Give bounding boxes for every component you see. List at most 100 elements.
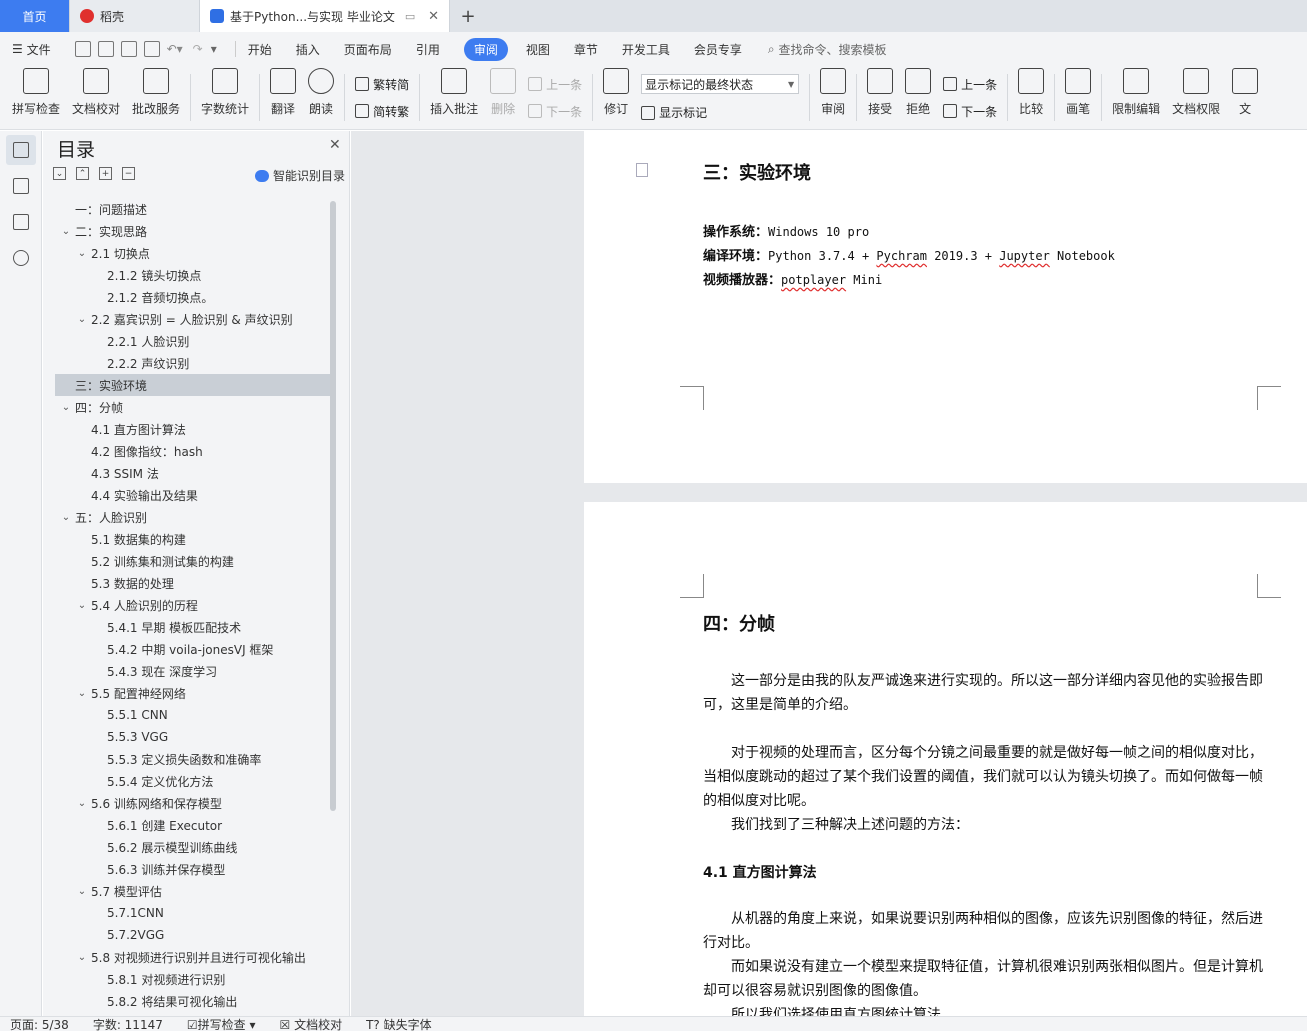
toc-scrollbar[interactable] — [330, 201, 336, 811]
prev-revision-button[interactable]: 上一条 — [943, 76, 997, 93]
status-spell-check[interactable]: ☑拼写检查 ▾ — [187, 1016, 256, 1033]
toc-item[interactable]: 5.6.1 创建 Executor — [55, 814, 330, 836]
more-ribbon-button[interactable]: 文 — [1226, 66, 1264, 129]
toc-item[interactable]: 2.2.2 声纹识别 — [55, 352, 330, 374]
toc-item[interactable]: 4.2 图像指纹：hash — [55, 440, 330, 462]
print-icon[interactable] — [120, 41, 137, 57]
show-markup-button[interactable]: 显示标记 — [641, 104, 799, 121]
toc-item[interactable]: ⌄ 二：实现思路 — [55, 220, 330, 242]
toc-item[interactable]: 4.4 实验输出及结果 — [55, 484, 330, 506]
file-menu[interactable]: ☰ 文件 — [12, 41, 51, 58]
close-icon[interactable]: ✕ — [329, 137, 341, 153]
toc-item[interactable]: ⌄ 2.2 嘉宾识别 = 人脸识别 & 声纹识别 — [55, 308, 330, 330]
markup-state-select[interactable]: 显示标记的最终状态 ▼ — [641, 74, 800, 94]
reject-button[interactable]: 拒绝 — [899, 66, 937, 129]
read-aloud-button[interactable]: 朗读 — [302, 66, 340, 129]
chevron-down-icon[interactable]: ⌄ — [75, 688, 89, 699]
toc-item[interactable]: 5.4.1 早期 模板匹配技术 — [55, 616, 330, 638]
new-tab-button[interactable]: + — [450, 0, 486, 32]
collapse-all-icon[interactable]: ⌄ — [53, 167, 66, 180]
trad-to-simp-button[interactable]: 繁转简 — [355, 76, 409, 93]
toc-item[interactable]: 5.7.1CNN — [55, 902, 330, 924]
toc-item[interactable]: ⌄ 5.6 训练网络和保存模型 — [55, 792, 330, 814]
toc-item[interactable]: 一：问题描述 — [55, 198, 330, 220]
tab-pin-icon[interactable]: ▭ — [405, 10, 415, 23]
chevron-down-icon[interactable]: ⌄ — [75, 314, 89, 325]
save-icon[interactable] — [74, 41, 91, 57]
annotate-service-button[interactable]: 批改服务 — [126, 66, 186, 129]
toc-item[interactable]: ⌄ 2.1 切换点 — [55, 242, 330, 264]
toc-item[interactable]: ⌄ 5.8 对视频进行识别并且进行可视化输出 — [55, 946, 330, 968]
page-indicator[interactable]: 页面: 5/38 — [10, 1016, 69, 1033]
document-page[interactable]: 四：分帧 这一部分是由我的队友严诚逸来进行实现的。所以这一部分详细内容见他的实验… — [584, 502, 1307, 1016]
undo-icon[interactable]: ↶▾ — [167, 42, 183, 56]
toc-item[interactable]: 4.3 SSIM 法 — [55, 462, 330, 484]
toc-item[interactable]: 5.4.3 现在 深度学习 — [55, 660, 330, 682]
toc-item[interactable]: 5.1 数据集的构建 — [55, 528, 330, 550]
toc-item[interactable]: ⌄ 四：分帧 — [55, 396, 330, 418]
toc-item[interactable]: ⌄ 五：人脸识别 — [55, 506, 330, 528]
toc-item[interactable]: 5.2 训练集和测试集的构建 — [55, 550, 330, 572]
tab-daoke[interactable]: 稻壳 — [70, 0, 200, 32]
delete-comment-button[interactable]: 删除 — [484, 66, 522, 129]
translate-button[interactable]: 翻译 — [264, 66, 302, 129]
toc-item[interactable]: 三：实验环境 — [55, 374, 330, 396]
next-revision-button[interactable]: 下一条 — [943, 103, 997, 120]
toc-item[interactable]: 5.7.2VGG — [55, 924, 330, 946]
chevron-down-icon[interactable]: ⌄ — [75, 952, 89, 963]
toc-item[interactable]: 4.1 直方图计算法 — [55, 418, 330, 440]
chapter-pane-button[interactable] — [6, 171, 36, 201]
review-pane-button[interactable]: 审阅 — [814, 66, 852, 129]
restrict-edit-button[interactable]: 限制编辑 — [1106, 66, 1166, 129]
menu-chapter[interactable]: 章节 — [574, 41, 598, 58]
toc-item[interactable]: 2.1.2 镜头切换点 — [55, 264, 330, 286]
toc-item[interactable]: 5.5.3 VGG — [55, 726, 330, 748]
menu-layout[interactable]: 页面布局 — [344, 41, 392, 58]
doc-permission-button[interactable]: 文档权限 — [1166, 66, 1226, 129]
toc-item[interactable]: 5.3 数据的处理 — [55, 572, 330, 594]
toc-item[interactable]: 5.8.1 对视频进行识别 — [55, 968, 330, 990]
toc-pane-button[interactable] — [6, 135, 36, 165]
simp-to-trad-button[interactable]: 简转繁 — [355, 103, 409, 120]
menu-reference[interactable]: 引用 — [416, 41, 440, 58]
toc-item[interactable]: ⌄ 5.5 配置神经网络 — [55, 682, 330, 704]
toc-item[interactable]: ⌄ 5.4 人脸识别的历程 — [55, 594, 330, 616]
toc-item[interactable]: 5.6.3 训练并保存模型 — [55, 858, 330, 880]
doc-check-button[interactable]: 文档校对 — [66, 66, 126, 129]
chevron-down-icon[interactable]: ⌄ — [75, 886, 89, 897]
toc-item[interactable]: 2.2.1 人脸识别 — [55, 330, 330, 352]
compare-button[interactable]: 比较 — [1012, 66, 1050, 129]
expand-level-icon[interactable]: ⌃ — [76, 167, 89, 180]
insert-comment-button[interactable]: 插入批注 — [424, 66, 484, 129]
toc-item[interactable]: 5.6.2 展示模型训练曲线 — [55, 836, 330, 858]
revise-button[interactable]: 修订 — [597, 66, 635, 129]
word-count-indicator[interactable]: 字数: 11147 — [93, 1016, 163, 1033]
tab-document[interactable]: 基于Python...与实现 毕业论文 ▭ ✕ — [200, 0, 450, 32]
tab-home[interactable]: 首页 — [0, 0, 70, 32]
bookmark-pane-button[interactable] — [6, 207, 36, 237]
pen-button[interactable]: 画笔 — [1059, 66, 1097, 129]
chevron-down-icon[interactable]: ⌄ — [59, 402, 73, 413]
expand-icon[interactable]: + — [99, 167, 112, 180]
menu-review[interactable]: 审阅 — [463, 37, 508, 61]
collapse-icon[interactable]: − — [122, 167, 135, 180]
chevron-down-icon[interactable]: ⌄ — [75, 600, 89, 611]
chevron-down-icon[interactable]: ⌄ — [75, 798, 89, 809]
toc-item[interactable]: 5.8.2 将结果可视化输出 — [55, 990, 330, 1012]
toc-item[interactable]: 5.5.3 定义损失函数和准确率 — [55, 748, 330, 770]
toc-item[interactable]: ⌄ 5.7 模型评估 — [55, 880, 330, 902]
next-comment-button[interactable]: 下一条 — [528, 103, 582, 120]
menu-insert[interactable]: 插入 — [296, 41, 320, 58]
toc-item[interactable]: 2.1.2 音频切换点。 — [55, 286, 330, 308]
menu-member[interactable]: 会员专享 — [694, 41, 742, 58]
paragraph-doc-icon[interactable] — [636, 163, 648, 177]
menu-start[interactable]: 开始 — [248, 41, 272, 58]
prev-comment-button[interactable]: 上一条 — [528, 76, 582, 93]
quick-access-more-icon[interactable]: ▾ — [211, 42, 217, 56]
redo-icon[interactable]: ↷ — [193, 42, 203, 56]
accept-button[interactable]: 接受 — [861, 66, 899, 129]
tab-close-icon[interactable]: ✕ — [428, 9, 439, 24]
chevron-down-icon[interactable]: ⌄ — [59, 226, 73, 237]
chevron-down-icon[interactable]: ⌄ — [59, 512, 73, 523]
command-search[interactable]: ⌕ 查找命令、搜索模板 — [768, 41, 887, 58]
